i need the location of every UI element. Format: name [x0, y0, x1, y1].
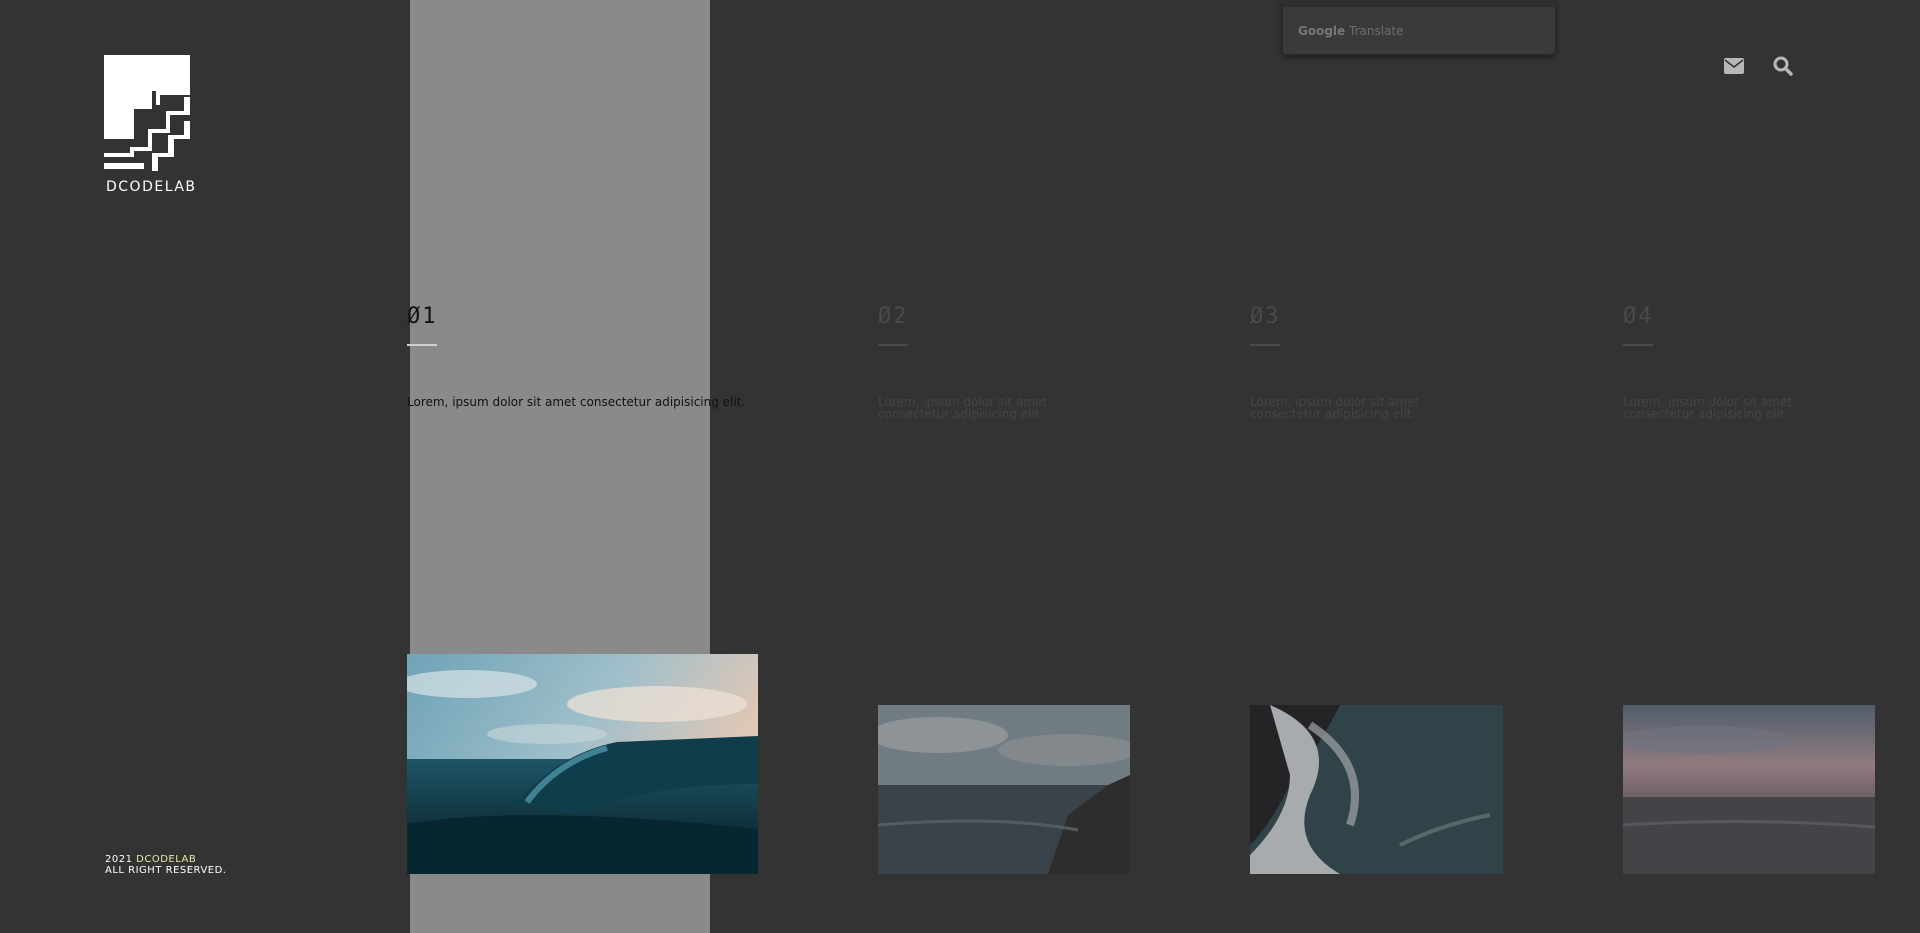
aerial-surf-image [1250, 705, 1503, 874]
footer-brand[interactable]: DCODELAB [136, 854, 196, 865]
slide-number-1[interactable]: Ø1 [407, 304, 438, 329]
wave-image [407, 654, 758, 874]
slide-text-3: Lorem, ipsum dolor sit amet consectetur … [1250, 395, 1420, 421]
mail-icon [1724, 58, 1744, 74]
slide-image-4[interactable] [1623, 705, 1875, 874]
slide-image-2[interactable] [878, 705, 1130, 874]
sunset-sea-image [1623, 705, 1875, 874]
translate-label: Google Translate [1298, 24, 1404, 38]
footer-rights: ALL RIGHT RESERVED. [105, 865, 227, 876]
google-translate-widget[interactable]: Google Translate [1282, 0, 1556, 55]
slide-text-4: Lorem, ipsum dolor sit amet consectetur … [1623, 395, 1793, 421]
slide-text-1: Lorem, ipsum dolor sit amet consectetur … [407, 395, 746, 409]
search-icon [1773, 56, 1793, 76]
slide-number-3[interactable]: Ø3 [1250, 304, 1281, 329]
logo[interactable]: DCODELAB [104, 55, 195, 195]
brand-name: DCODELAB [106, 179, 197, 195]
slide-rule-1 [407, 344, 437, 346]
slide-image-1[interactable] [407, 654, 758, 874]
footer-year: 2021 [105, 854, 133, 865]
coast-image [878, 705, 1130, 874]
search-button[interactable] [1771, 54, 1795, 78]
slide-rule-3 [1250, 344, 1280, 346]
slide-text-2: Lorem, ipsum dolor sit amet consectetur … [878, 395, 1048, 421]
mail-button[interactable] [1722, 54, 1746, 78]
logo-icon [104, 55, 190, 171]
google-text: Google [1298, 24, 1346, 38]
translate-top-strip [1283, 0, 1555, 7]
slide-number-2[interactable]: Ø2 [878, 304, 909, 329]
slide-image-3[interactable] [1250, 705, 1503, 874]
slide-rule-2 [878, 344, 908, 346]
translate-text: Translate [1349, 24, 1404, 38]
footer-copyright: 2021 DCODELAB ALL RIGHT RESERVED. [105, 854, 227, 876]
slide-number-4[interactable]: Ø4 [1623, 304, 1654, 329]
slide-rule-4 [1623, 344, 1653, 346]
